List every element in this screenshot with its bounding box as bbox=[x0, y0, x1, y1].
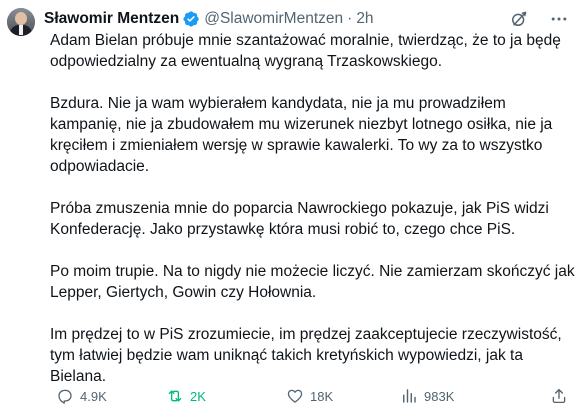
tweet-paragraph: Adam Bielan próbuje mnie szantażować mor… bbox=[50, 32, 561, 70]
like-button[interactable]: 18K bbox=[286, 387, 333, 405]
more-icon[interactable] bbox=[548, 8, 570, 30]
tweet-paragraph: Próba zmuszenia mnie do poparcia Nawrock… bbox=[50, 200, 549, 238]
tweet-paragraph: Po moim trupie. Na to nigdy nie możecie … bbox=[50, 263, 575, 301]
header-actions bbox=[508, 8, 570, 30]
repost-count: 2K bbox=[190, 388, 206, 404]
like-count: 18K bbox=[310, 388, 334, 404]
reply-count: 4.9K bbox=[80, 388, 107, 404]
repost-icon bbox=[166, 387, 184, 405]
tweet-paragraph: Bzdura. Nie ja wam wybierałem kandydata,… bbox=[50, 95, 553, 175]
action-bar: 4.9K 2K 18K 983K bbox=[50, 386, 570, 406]
views-icon bbox=[400, 387, 418, 405]
tweet-text: Adam Bielan próbuje mnie szantażować mor… bbox=[50, 30, 578, 387]
avatar[interactable] bbox=[7, 8, 35, 36]
reply-icon bbox=[56, 387, 74, 405]
tweet-header: Sławomir Mentzen @SlawomirMentzen · 2h bbox=[44, 8, 374, 30]
views-count: 983K bbox=[424, 388, 455, 404]
separator-dot: · bbox=[347, 10, 353, 27]
share-button[interactable] bbox=[550, 387, 568, 405]
reply-button[interactable]: 4.9K bbox=[56, 387, 107, 405]
author-handle[interactable]: @SlawomirMentzen bbox=[204, 10, 343, 28]
heart-icon bbox=[286, 387, 304, 405]
tweet-paragraph: Im prędzej to w PiS zrozumiecie, im pręd… bbox=[50, 326, 562, 385]
author-name[interactable]: Sławomir Mentzen bbox=[44, 10, 179, 28]
views-button[interactable]: 983K bbox=[400, 387, 454, 405]
grok-icon[interactable] bbox=[508, 8, 530, 30]
timestamp[interactable]: 2h bbox=[356, 10, 373, 28]
repost-button[interactable]: 2K bbox=[166, 387, 206, 405]
tweet: Sławomir Mentzen @SlawomirMentzen · 2h A… bbox=[0, 0, 584, 411]
share-icon bbox=[550, 387, 568, 405]
verified-badge-icon[interactable] bbox=[182, 10, 200, 28]
